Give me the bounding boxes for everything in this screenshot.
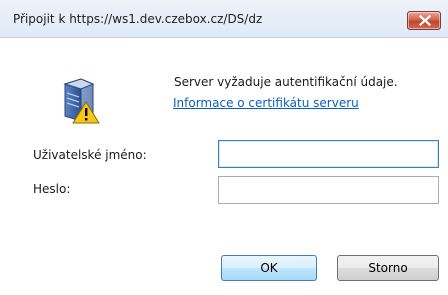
cancel-button[interactable]: Storno <box>337 255 439 281</box>
password-input[interactable] <box>218 176 439 204</box>
username-input[interactable] <box>218 140 439 168</box>
auth-dialog: Připojit k https://ws1.dev.czebox.cz/DS/… <box>0 0 448 295</box>
close-icon <box>419 15 431 26</box>
password-label: Heslo: <box>33 182 71 196</box>
title-bar[interactable]: Připojit k https://ws1.dev.czebox.cz/DS/… <box>0 0 448 38</box>
dialog-body: Server vyžaduje autentifikační údaje. In… <box>0 38 448 295</box>
close-button[interactable] <box>407 11 441 30</box>
certificate-info-link[interactable]: Informace o certifikátu serveru <box>173 96 359 110</box>
server-warning-icon <box>63 78 100 124</box>
ok-button[interactable]: OK <box>221 255 317 281</box>
username-label: Uživatelské jméno: <box>33 148 147 162</box>
window-title: Připojit k https://ws1.dev.czebox.cz/DS/… <box>13 12 263 26</box>
auth-required-message: Server vyžaduje autentifikační údaje. <box>174 75 398 89</box>
